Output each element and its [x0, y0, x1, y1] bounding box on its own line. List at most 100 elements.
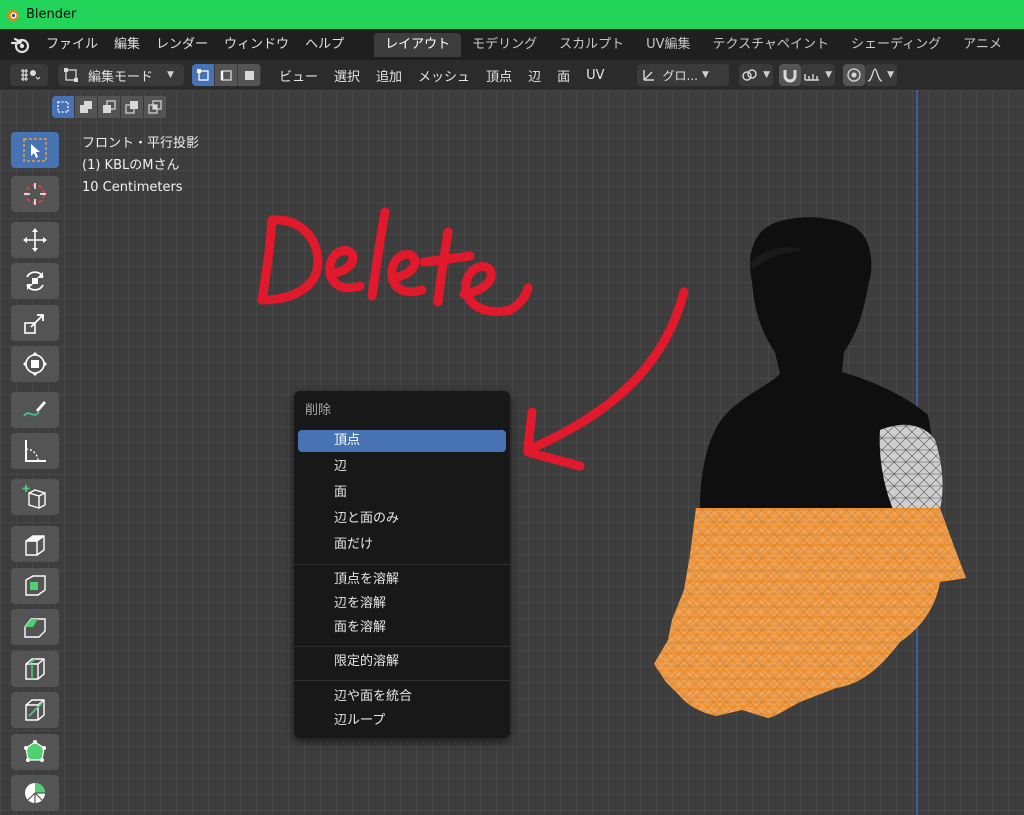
- menu-uv[interactable]: UV: [578, 68, 612, 83]
- move-icon: [23, 228, 47, 252]
- menu-face[interactable]: 面: [549, 66, 578, 85]
- blender-logo-icon[interactable]: [10, 35, 32, 55]
- menu-view[interactable]: ビュー: [271, 66, 326, 85]
- scale-icon: [24, 314, 44, 334]
- tool-measure[interactable]: [11, 433, 59, 469]
- tool-scale[interactable]: [11, 305, 59, 341]
- menu-window[interactable]: ウィンドウ: [216, 29, 297, 60]
- menu-edge[interactable]: 辺: [520, 66, 549, 85]
- tool-cursor[interactable]: [11, 176, 59, 212]
- dissolve-faces-item[interactable]: 面を溶解: [298, 617, 506, 639]
- orientation-label: グロ...: [662, 68, 698, 83]
- pivot-point-dropdown[interactable]: ▼: [738, 64, 773, 86]
- window-titlebar: Blender: [0, 0, 1024, 29]
- falloff-dropdown[interactable]: ▼: [864, 64, 897, 86]
- tool-rotate[interactable]: [11, 263, 59, 299]
- orientation-icon: [642, 70, 654, 81]
- snap-toggle[interactable]: [778, 64, 801, 86]
- viewport-info: フロント・平行投影 (1) KBLのMさん 10 Centimeters: [82, 133, 199, 199]
- menu-add[interactable]: 追加: [368, 66, 410, 85]
- menu-mesh[interactable]: メッシュ: [410, 66, 478, 85]
- inset-icon: [25, 575, 46, 596]
- menu-separator: [294, 680, 510, 681]
- tool-select-box[interactable]: [11, 132, 59, 168]
- delete-edges-item[interactable]: 辺: [298, 456, 506, 478]
- proportional-edit-toggle[interactable]: [842, 64, 865, 86]
- tool-knife[interactable]: [11, 692, 59, 728]
- proportional-edit-icon: [846, 68, 861, 82]
- rotate-icon: [26, 271, 44, 291]
- select-new-icon: [57, 101, 69, 113]
- tool-spin[interactable]: [11, 775, 59, 811]
- menu-help[interactable]: ヘルプ: [297, 29, 352, 60]
- delete-faces-item[interactable]: 面: [298, 482, 506, 504]
- tool-inset[interactable]: [11, 568, 59, 604]
- tab-uv-editing[interactable]: UV編集: [635, 33, 701, 57]
- tab-animation[interactable]: アニメ: [952, 33, 1013, 57]
- z-axis-line: [916, 90, 918, 815]
- chevron-down-icon: ▼: [763, 70, 770, 80]
- delete-context-menu: 削除 頂点 辺 面 辺と面のみ 面だけ 頂点を溶解 辺を溶解 面を溶解 限定的溶…: [294, 391, 510, 738]
- delete-vertices-item[interactable]: 頂点: [298, 430, 506, 452]
- edge-select-button[interactable]: [215, 64, 238, 86]
- mode-dropdown[interactable]: 編集モード ▼: [58, 64, 184, 86]
- select-mode-group: [192, 64, 261, 86]
- cursor-icon: [24, 183, 46, 205]
- transform-orientation-dropdown[interactable]: グロ... ▼: [636, 64, 729, 86]
- delete-only-faces-item[interactable]: 面だけ: [298, 534, 506, 556]
- top-menubar: ファイル 編集 レンダー ウィンドウ ヘルプ レイアウト モデリング スカルプト…: [0, 29, 1024, 60]
- select-invert-button[interactable]: [121, 96, 144, 118]
- tool-bevel[interactable]: [11, 609, 59, 645]
- tool-add-cube[interactable]: [11, 479, 59, 515]
- tool-loop-cut[interactable]: [11, 651, 59, 687]
- select-subtract-button[interactable]: [98, 96, 121, 118]
- tool-extrude[interactable]: [11, 526, 59, 562]
- menu-separator: [294, 564, 510, 565]
- tool-poly-build[interactable]: [11, 734, 59, 770]
- delete-edges-faces-item[interactable]: 辺と面のみ: [298, 508, 506, 530]
- chevron-down-icon: ▼: [887, 70, 894, 80]
- grid-scale: 10 Centimeters: [82, 180, 183, 195]
- select-new-button[interactable]: [52, 96, 75, 118]
- vertex-select-button[interactable]: [192, 64, 215, 86]
- menu-edit[interactable]: 編集: [106, 29, 148, 60]
- extrude-icon: [25, 535, 45, 556]
- select-intersect-button[interactable]: [144, 96, 167, 118]
- snap-target-dropdown[interactable]: ▼: [800, 64, 835, 86]
- select-extend-button[interactable]: [75, 96, 98, 118]
- select-invert-icon: [125, 101, 138, 114]
- collapse-edges-faces-item[interactable]: 辺や面を統合: [298, 686, 506, 708]
- knife-icon: [25, 699, 45, 721]
- editor-type-button[interactable]: [10, 64, 48, 86]
- blender-logo-icon: [7, 9, 19, 21]
- edit-mode-icon: [64, 68, 78, 82]
- poly-build-icon: [24, 740, 46, 762]
- edge-loops-item[interactable]: 辺ループ: [298, 710, 506, 732]
- snap-increment-icon: [804, 74, 820, 81]
- menu-select[interactable]: 選択: [326, 66, 368, 85]
- measure-icon: [25, 440, 46, 462]
- dissolve-vertices-item[interactable]: 頂点を溶解: [298, 569, 506, 591]
- tab-texture-paint[interactable]: テクスチャペイント: [702, 33, 840, 57]
- bevel-icon: [24, 618, 46, 638]
- tool-annotate[interactable]: [11, 392, 59, 428]
- tab-layout[interactable]: レイアウト: [374, 32, 462, 57]
- transform-icon: [23, 352, 47, 376]
- tool-move[interactable]: [11, 222, 59, 258]
- menu-file[interactable]: ファイル: [38, 29, 106, 60]
- limited-dissolve-item[interactable]: 限定的溶解: [298, 651, 506, 673]
- menu-vertex[interactable]: 頂点: [478, 66, 520, 85]
- menu-render[interactable]: レンダー: [148, 29, 216, 60]
- edge-select-icon: [220, 70, 232, 81]
- menu-separator: [294, 646, 510, 647]
- tab-sculpting[interactable]: スカルプト: [548, 33, 635, 57]
- dissolve-edges-item[interactable]: 辺を溶解: [298, 593, 506, 615]
- add-cube-icon: [22, 485, 46, 509]
- face-select-button[interactable]: [238, 64, 261, 86]
- loop-cut-icon: [25, 658, 45, 680]
- editor-type-icon: [21, 69, 40, 81]
- select-intersect-icon: [148, 100, 162, 114]
- tool-transform[interactable]: [11, 346, 59, 382]
- tab-shading[interactable]: シェーディング: [840, 33, 952, 57]
- tab-modeling[interactable]: モデリング: [461, 33, 548, 57]
